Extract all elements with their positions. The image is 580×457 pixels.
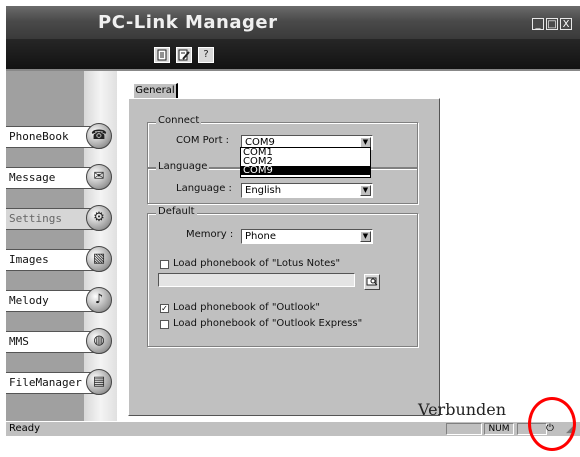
music-note-icon[interactable]: ♪ <box>86 287 112 313</box>
status-text: Ready <box>9 423 41 434</box>
window-controls: _ □ X <box>532 18 572 30</box>
lotus-notes-checkbox[interactable] <box>160 260 169 269</box>
com-port-dropdown-list: COM1 COM2 COM9 <box>240 147 371 178</box>
num-lock-indicator: NUM <box>484 423 514 435</box>
outlook-label: Load phonebook of "Outlook" <box>173 302 320 313</box>
language-label: Language : <box>176 183 232 194</box>
sidebar-item-label: Melody <box>9 294 49 307</box>
chevron-down-icon[interactable]: ▼ <box>360 231 371 242</box>
language-value: English <box>245 185 282 196</box>
outlook-checkbox[interactable]: ✓ <box>160 304 169 313</box>
com-port-label: COM Port : <box>176 135 230 146</box>
status-bar: Ready NUM ⏻ ◢ <box>6 421 580 436</box>
language-legend: Language <box>156 161 210 172</box>
globe-icon[interactable]: ◍ <box>86 328 112 354</box>
connection-status-label: Verbunden <box>418 400 507 419</box>
window-title: PC-Link Manager <box>98 12 278 33</box>
settings-panel: Connect COM Port : COM9 ▼ Language Langu… <box>128 98 440 416</box>
maximize-button[interactable]: □ <box>546 18 558 30</box>
default-legend: Default <box>156 206 197 217</box>
sidebar-item-label: MMS <box>9 335 29 348</box>
filing-box-icon[interactable]: ▤ <box>86 369 112 395</box>
close-button[interactable]: X <box>560 18 572 30</box>
com-port-option-com9[interactable]: COM9 <box>241 166 370 176</box>
lotus-path-field[interactable] <box>158 273 355 287</box>
envelope-icon[interactable]: ✉ <box>86 164 112 190</box>
help-icon[interactable]: ? <box>198 47 214 63</box>
lotus-notes-label: Load phonebook of "Lotus Notes" <box>173 258 341 269</box>
status-cell-empty <box>446 423 482 435</box>
document-icon[interactable] <box>154 47 170 63</box>
tab-general[interactable]: General <box>133 83 178 99</box>
edit-document-icon[interactable] <box>176 47 192 63</box>
sidebar: PhoneBook ☎ Message ✉ Settings ⚙ Images … <box>6 71 117 421</box>
outlook-express-checkbox[interactable] <box>160 320 169 329</box>
title-bar[interactable]: PC-Link Manager _ □ X <box>6 6 580 39</box>
mobile-phone-icon[interactable]: ☎ <box>86 123 112 149</box>
minimize-button[interactable]: _ <box>532 18 544 30</box>
sidebar-item-label: FileManager <box>9 376 82 389</box>
browse-folder-icon[interactable] <box>364 274 380 290</box>
sidebar-item-label: Message <box>9 171 56 184</box>
language-select[interactable]: English ▼ <box>241 183 373 198</box>
memory-select[interactable]: Phone ▼ <box>241 229 373 244</box>
connect-legend: Connect <box>156 115 202 126</box>
memory-value: Phone <box>245 231 276 242</box>
default-group: Default Memory : Phone ▼ Load phonebook … <box>147 206 418 347</box>
gear-icon[interactable]: ⚙ <box>86 205 112 231</box>
annotation-circle <box>528 397 576 451</box>
outlook-express-label: Load phonebook of "Outlook Express" <box>173 318 363 329</box>
memory-label: Memory : <box>186 229 234 240</box>
app-window: PC-Link Manager _ □ X ? PhoneBook ☎ Mess… <box>6 6 580 436</box>
sidebar-item-label: Settings <box>9 212 62 225</box>
toolbar: ? <box>6 39 580 71</box>
image-icon[interactable]: ▧ <box>86 246 112 272</box>
chevron-down-icon[interactable]: ▼ <box>360 185 371 196</box>
sidebar-item-label: Images <box>9 253 49 266</box>
sidebar-item-label: PhoneBook <box>9 130 69 143</box>
